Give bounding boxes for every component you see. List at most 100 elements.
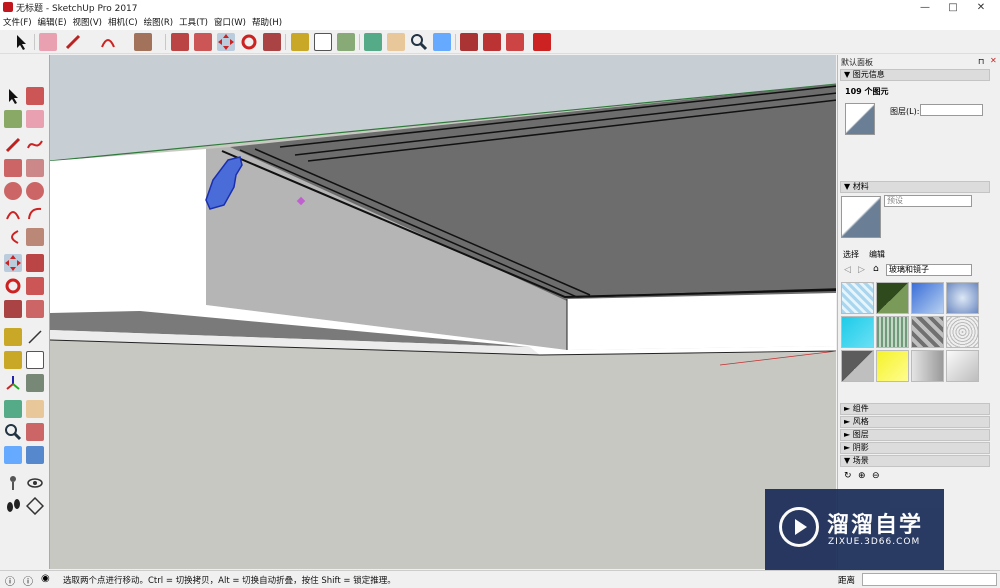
scale-icon[interactable] — [263, 33, 281, 51]
look-around-icon[interactable] — [26, 474, 44, 492]
three-point-arc-icon[interactable] — [4, 228, 22, 246]
menu-draw[interactable]: 绘图(R) — [141, 15, 177, 29]
offset-icon[interactable] — [26, 300, 44, 318]
minimize-button[interactable]: — — [910, 0, 940, 15]
extension-warehouse-icon[interactable] — [483, 33, 501, 51]
forward-arrow-icon[interactable]: ▷ — [858, 265, 867, 275]
materials-header[interactable]: ▼ 材料 — [840, 181, 990, 193]
tray-pin-icon[interactable]: ⊓ — [978, 57, 987, 66]
section-plane-icon[interactable] — [25, 496, 45, 516]
dimension-icon[interactable] — [26, 328, 44, 346]
menu-view[interactable]: 视图(V) — [70, 15, 105, 29]
tape-measure-icon[interactable] — [291, 33, 309, 51]
warehouse-icon[interactable] — [460, 33, 478, 51]
menu-file[interactable]: 文件(F) — [0, 15, 35, 29]
orbit-icon[interactable] — [364, 33, 382, 51]
arc-icon[interactable] — [99, 33, 117, 51]
material-swatch[interactable] — [946, 282, 979, 314]
text-icon[interactable] — [26, 351, 44, 369]
axes-icon[interactable] — [4, 374, 22, 392]
menu-window[interactable]: 窗口(W) — [211, 15, 249, 29]
orbit-icon[interactable] — [4, 400, 22, 418]
make-component-icon[interactable] — [26, 87, 44, 105]
arc-icon[interactable] — [4, 205, 22, 223]
move-icon[interactable] — [4, 254, 22, 272]
position-camera-icon[interactable] — [4, 474, 22, 492]
rotate-icon[interactable] — [240, 33, 258, 51]
material-swatch[interactable] — [876, 350, 909, 382]
protractor-icon[interactable] — [4, 351, 22, 369]
close-button[interactable]: ✕ — [966, 0, 996, 15]
credits-icon[interactable]: ⓘ — [23, 573, 33, 588]
select-tool-icon[interactable] — [4, 87, 22, 105]
tab-select[interactable]: 选择 — [843, 249, 859, 260]
pan-icon[interactable] — [387, 33, 405, 51]
material-swatch[interactable] — [946, 316, 979, 348]
home-icon[interactable]: ⌂ — [873, 264, 882, 274]
paint-bucket-icon[interactable] — [337, 33, 355, 51]
material-library-select[interactable]: 玻璃和镜子 — [886, 264, 972, 276]
maximize-button[interactable]: □ — [938, 0, 968, 15]
push-pull-icon[interactable] — [26, 254, 44, 272]
previous-view-icon[interactable] — [26, 446, 44, 464]
layers-header[interactable]: ► 图层 — [840, 429, 990, 441]
zoom-window-icon[interactable] — [26, 423, 44, 441]
layer-select[interactable] — [920, 104, 983, 116]
zoom-extents-icon[interactable] — [433, 33, 451, 51]
rectangle-icon[interactable] — [4, 159, 22, 177]
refresh-icon[interactable]: ↻ — [844, 471, 853, 481]
styles-header[interactable]: ► 风格 — [840, 416, 990, 428]
shadows-header[interactable]: ► 阴影 — [840, 442, 990, 454]
material-swatch[interactable] — [911, 350, 944, 382]
zoom-icon[interactable] — [4, 423, 22, 441]
move-icon[interactable] — [217, 33, 235, 51]
pie-icon[interactable] — [26, 228, 44, 246]
follow-me-icon[interactable] — [194, 33, 212, 51]
menu-edit[interactable]: 编辑(E) — [35, 15, 70, 29]
ruby-icon[interactable] — [533, 33, 551, 51]
pan-icon[interactable] — [26, 400, 44, 418]
measurements-input[interactable] — [862, 573, 997, 586]
menu-tools[interactable]: 工具(T) — [176, 15, 211, 29]
polygon-icon[interactable] — [26, 182, 44, 200]
eraser-icon[interactable] — [26, 110, 44, 128]
layout-icon[interactable] — [506, 33, 524, 51]
line-icon[interactable] — [4, 136, 22, 154]
entity-info-header[interactable]: ▼ 图元信息 — [840, 69, 990, 81]
two-point-arc-icon[interactable] — [26, 205, 44, 223]
components-header[interactable]: ► 组件 — [840, 403, 990, 415]
tray-close-icon[interactable]: ✕ — [990, 56, 999, 65]
eraser-icon[interactable] — [39, 33, 57, 51]
rotated-rectangle-icon[interactable] — [26, 159, 44, 177]
material-swatch[interactable] — [841, 282, 874, 314]
scenes-header[interactable]: ▼ 场景 — [840, 455, 990, 467]
zoom-icon[interactable] — [410, 33, 428, 51]
menu-camera[interactable]: 相机(C) — [105, 15, 141, 29]
scale-icon[interactable] — [4, 300, 22, 318]
select-tool-icon[interactable] — [12, 33, 30, 51]
add-scene-icon[interactable]: ⊕ — [858, 471, 867, 481]
tape-measure-icon[interactable] — [4, 328, 22, 346]
material-swatch[interactable] — [841, 316, 874, 348]
material-name-field[interactable]: 预设 — [884, 195, 972, 207]
text-icon[interactable] — [314, 33, 332, 51]
paint-bucket-icon[interactable] — [4, 110, 22, 128]
tab-edit[interactable]: 编辑 — [869, 249, 885, 260]
rotate-icon[interactable] — [4, 277, 22, 295]
material-swatch[interactable] — [946, 350, 979, 382]
material-swatch[interactable] — [876, 282, 909, 314]
walk-icon[interactable] — [4, 497, 22, 515]
shapes-icon[interactable] — [134, 33, 152, 51]
material-swatch[interactable] — [841, 350, 874, 382]
material-swatch[interactable] — [876, 316, 909, 348]
zoom-extents-icon[interactable] — [4, 446, 22, 464]
material-swatch[interactable] — [911, 316, 944, 348]
freehand-icon[interactable] — [26, 136, 44, 154]
back-arrow-icon[interactable]: ◁ — [844, 265, 853, 275]
follow-me-icon[interactable] — [26, 277, 44, 295]
material-swatch[interactable] — [911, 282, 944, 314]
menu-help[interactable]: 帮助(H) — [249, 15, 285, 29]
3d-text-icon[interactable] — [26, 374, 44, 392]
push-pull-icon[interactable] — [171, 33, 189, 51]
pencil-icon[interactable] — [64, 33, 82, 51]
